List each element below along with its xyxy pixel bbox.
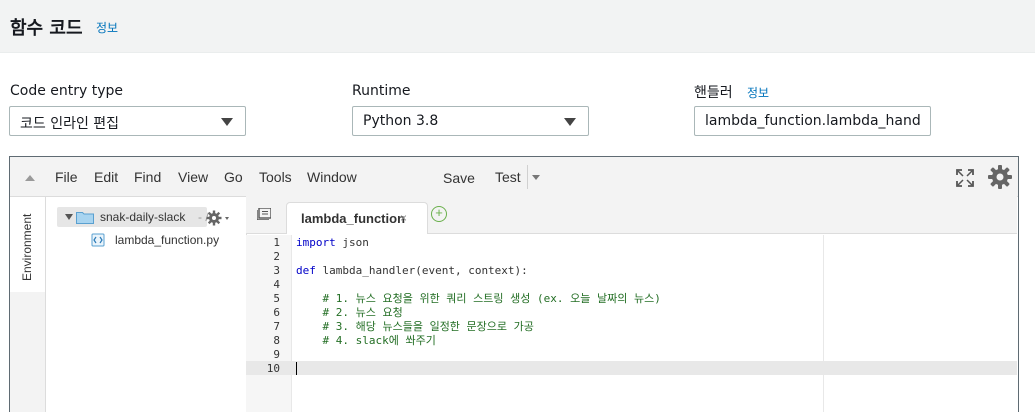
editor-tabbar: lambda_function × +	[246, 196, 1017, 234]
info-link[interactable]: 정보	[96, 19, 118, 36]
page-title: 함수 코드	[10, 18, 83, 39]
line-number: 6	[273, 306, 280, 319]
chevron-down-icon	[221, 118, 233, 126]
code-entry-type-label: Code entry type	[10, 83, 124, 99]
code-text: json	[335, 236, 369, 249]
editor-pane: lambda_function × + 1 2 3 4 5 6 7 8 9 10…	[9, 156, 1019, 412]
line-number: 8	[273, 334, 280, 347]
line-number: 4	[273, 278, 280, 291]
section-header: 함수 코드 정보	[0, 0, 1035, 53]
code-comment-line-6: # 2. 뉴스 요청	[296, 306, 403, 319]
keyword-import: import	[296, 236, 336, 249]
keyword-def: def	[296, 264, 316, 277]
add-tab-icon[interactable]: +	[431, 206, 447, 222]
tab-lambda-function[interactable]: lambda_function ×	[286, 202, 428, 234]
close-icon[interactable]: ×	[400, 211, 407, 225]
line-number: 9	[273, 348, 280, 361]
line-number: 1	[273, 236, 280, 249]
handler-input[interactable]	[694, 106, 931, 136]
line-number: 2	[273, 250, 280, 263]
line-number: 5	[273, 292, 280, 305]
active-line-highlight	[246, 361, 1017, 375]
runtime-value: Python 3.8	[363, 113, 439, 129]
runtime-select[interactable]: Python 3.8	[352, 106, 589, 136]
line-number: 10	[266, 362, 280, 375]
line-number: 3	[273, 264, 280, 277]
runtime-label: Runtime	[352, 83, 411, 99]
print-margin	[823, 235, 824, 412]
tab-label: lambda_function	[301, 211, 406, 226]
chevron-down-icon	[564, 118, 576, 126]
code-comment-line-8: # 4. slack에 쏴주기	[296, 334, 436, 347]
code-comment-line-5: # 1. 뉴스 요청을 위한 쿼리 스트링 생성 (ex. 오늘 날짜의 뉴스)	[296, 292, 661, 305]
code-line-3: def lambda_handler(event, context):	[296, 264, 528, 278]
code-text: lambda_handler(event, context):	[315, 264, 528, 277]
handler-label: 핸들러	[694, 85, 733, 101]
handler-info-link[interactable]: 정보	[747, 84, 769, 101]
text-cursor	[296, 362, 297, 375]
code-entry-type-select[interactable]: 코드 인라인 편집	[9, 106, 246, 136]
code-comment-line-7: # 3. 해당 뉴스들을 일정한 문장으로 가공	[296, 320, 534, 333]
line-number: 7	[273, 320, 280, 333]
code-line-1: import json	[296, 236, 369, 250]
tabs-menu-icon[interactable]	[257, 208, 271, 220]
code-entry-type-value: 코드 인라인 편집	[20, 116, 120, 132]
